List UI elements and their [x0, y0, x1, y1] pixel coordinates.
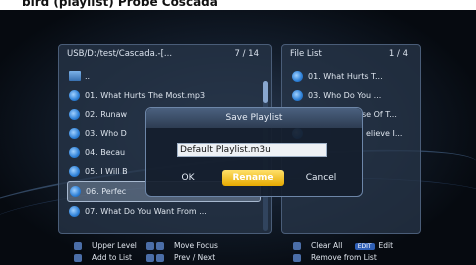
help-prev-next: Prev / Next	[146, 253, 215, 262]
ok-button[interactable]: OK	[168, 170, 208, 186]
music-file-icon	[69, 166, 80, 177]
list-item-parent-folder[interactable]: ..	[67, 67, 261, 86]
help-upper-level: Upper Level	[74, 241, 137, 250]
browser-header: USB/D:/test/Cascada.-[... 7 / 14	[59, 45, 271, 63]
next-key-icon	[156, 254, 164, 262]
scrollbar-thumb[interactable]	[263, 81, 268, 103]
help-clear-all: Clear All EDIT Edit	[293, 241, 393, 250]
edit-key-icon: EDIT	[354, 242, 375, 250]
current-path: USB/D:/test/Cascada.-[...	[67, 49, 173, 59]
list-item-label: 04. Becau	[85, 148, 126, 157]
save-playlist-dialog: Save Playlist Default Playlist.m3u OK Re…	[145, 107, 363, 197]
playlist-item-label: 01. What Hurts T...	[308, 72, 383, 81]
music-file-icon	[70, 186, 81, 197]
prev-key-icon	[146, 254, 154, 262]
right-key-icon	[156, 242, 164, 250]
clear-key-icon	[293, 242, 301, 250]
folder-icon	[69, 71, 81, 81]
list-item-label: ..	[85, 72, 91, 81]
music-file-icon	[69, 128, 80, 139]
cancel-button[interactable]: Cancel	[296, 170, 346, 186]
playlist-counter: 1 / 4	[388, 49, 408, 59]
playlist-item[interactable]: 03. Who Do You ...	[290, 86, 410, 105]
remove-key-icon	[293, 254, 301, 262]
rename-button[interactable]: Rename	[222, 170, 284, 186]
list-item-label: 06. Perfec	[86, 187, 127, 196]
left-key-icon	[146, 242, 154, 250]
playlist-name-input[interactable]: Default Playlist.m3u	[177, 143, 327, 157]
list-item-label: 05. I Will B	[85, 167, 128, 176]
list-item[interactable]: 01. What Hurts The Most.mp3	[67, 86, 261, 105]
page-title: bird (playlist) Probe Coscada	[0, 0, 476, 10]
list-item-label: 07. What Do You Want From ...	[85, 207, 207, 216]
help-move-focus: Move Focus	[146, 241, 218, 250]
list-item-label: 02. Runaw	[85, 110, 128, 119]
music-file-icon	[69, 109, 80, 120]
return-key-icon	[74, 242, 82, 250]
dialog-title: Save Playlist	[146, 108, 362, 128]
item-counter: 7 / 14	[234, 49, 260, 59]
playlist-item[interactable]: 01. What Hurts T...	[290, 67, 410, 86]
help-add-to-list: Add to List	[74, 253, 132, 262]
enter-key-icon	[74, 254, 82, 262]
list-item-label: 03. Who D	[85, 129, 127, 138]
music-file-icon	[69, 206, 80, 217]
playlist-item-label: 03. Who Do You ...	[308, 91, 382, 100]
playlist-header: File List 1 / 4	[282, 45, 420, 63]
music-file-icon	[69, 90, 80, 101]
help-bar: Upper Level Add to List Move Focus Prev …	[0, 238, 476, 265]
media-player-screen: USB/D:/test/Cascada.-[... 7 / 14 .. 01. …	[0, 10, 476, 265]
list-item[interactable]: 07. What Do You Want From ...	[67, 202, 261, 221]
music-file-icon	[292, 90, 303, 101]
music-file-icon	[69, 147, 80, 158]
playlist-title: File List	[290, 49, 322, 59]
help-remove-from-list: Remove from List	[293, 253, 377, 262]
list-item-label: 01. What Hurts The Most.mp3	[85, 91, 206, 100]
music-file-icon	[292, 71, 303, 82]
